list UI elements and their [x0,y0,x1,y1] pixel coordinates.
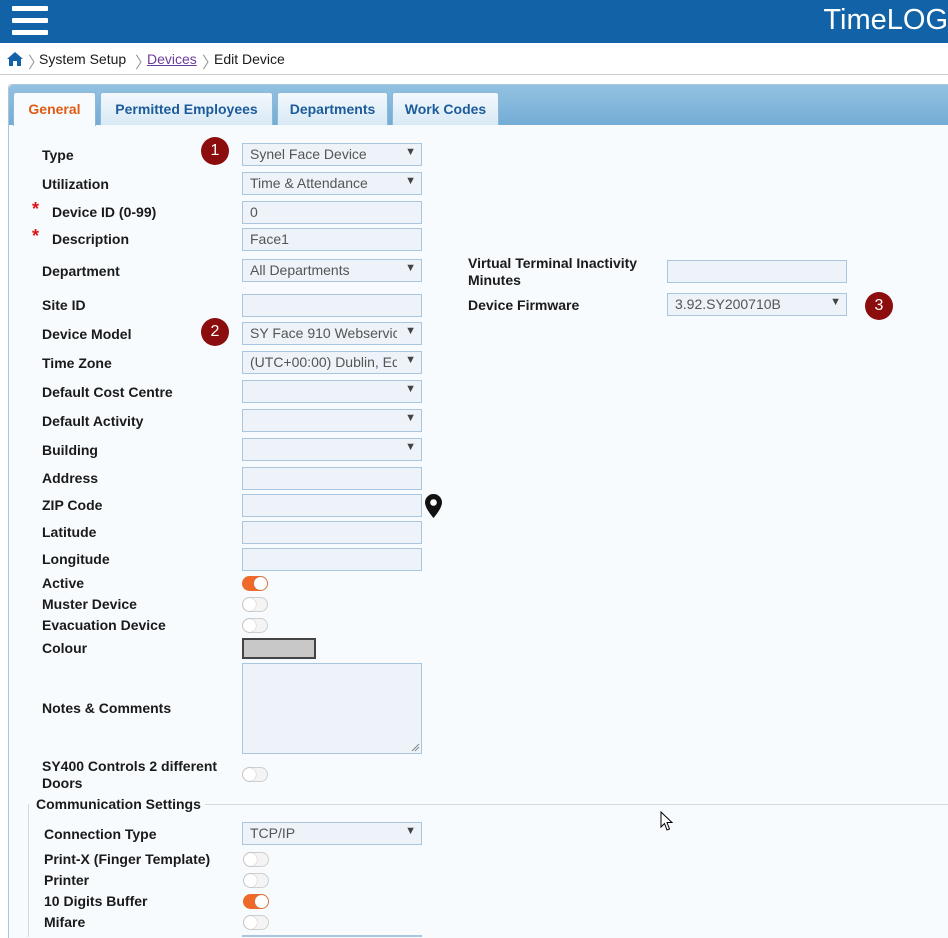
department-select[interactable]: All Departments ▼ [242,259,422,282]
chevron-down-icon: ▼ [405,412,416,424]
virtual-terminal-input[interactable] [667,260,847,283]
chevron-down-icon: ▼ [405,146,416,158]
active-toggle[interactable] [242,576,268,591]
menu-icon[interactable] [12,6,48,36]
type-label: Type [42,147,74,163]
description-label: Description [52,231,130,247]
utilization-select[interactable]: Time & Attendance ▼ [242,172,422,195]
ten-digits-buffer-label: 10 Digits Buffer [44,893,148,909]
colour-label: Colour [42,640,88,656]
top-bar: TimeLOG [0,0,948,43]
time-zone-select[interactable]: (UTC+00:00) Dublin, Edinburgh▼ [242,351,422,374]
chevron-down-icon: ▼ [830,296,841,308]
department-label: Department [42,263,120,279]
type-select[interactable]: Synel Face Device ▼ [242,143,422,166]
connection-type-select[interactable]: TCP/IP ▼ [242,822,422,845]
chevron-down-icon: ▼ [405,383,416,395]
device-id-label: Device ID (0-99) [52,204,157,220]
mifare-toggle[interactable] [243,915,269,930]
fieldset-border [205,804,948,805]
tab-work-codes[interactable]: Work Codes [392,92,499,125]
tab-strip: General Permitted Employees Departments … [9,85,948,126]
tab-general[interactable]: General [13,92,96,126]
latitude-label: Latitude [42,524,97,540]
sy400-label-line2: Doors [42,775,83,791]
longitude-label: Longitude [42,551,110,567]
printer-toggle[interactable] [243,873,269,888]
step-badge-1: 1 [201,137,229,165]
sy400-label-line1: SY400 Controls 2 different [42,758,218,774]
notes-label: Notes & Comments [42,700,172,716]
default-activity-label: Default Activity [42,413,144,429]
chevron-down-icon: ▼ [405,175,416,187]
notes-textarea[interactable] [242,663,422,754]
longitude-input[interactable] [242,548,422,571]
utilization-label: Utilization [42,176,109,192]
site-id-label: Site ID [42,297,86,313]
address-label: Address [42,470,99,486]
required-marker: * [32,199,40,219]
latitude-input[interactable] [242,521,422,544]
breadcrumb: 〉 System Setup 〉 Devices 〉 Edit Device [0,46,948,75]
device-model-select[interactable]: SY Face 910 Webservice ▼ [242,322,422,345]
mifare-label: Mifare [44,914,86,930]
device-firmware-label: Device Firmware [468,297,580,313]
printer-label: Printer [44,872,90,888]
mouse-cursor-icon [660,811,674,831]
step-badge-2: 2 [201,318,229,346]
map-pin-icon[interactable] [425,494,442,521]
ten-digits-buffer-toggle[interactable] [243,894,269,909]
muster-device-label: Muster Device [42,596,137,612]
evacuation-device-toggle[interactable] [242,618,268,633]
print-x-label: Print-X (Finger Template) [44,851,211,867]
time-zone-label: Time Zone [42,355,112,371]
home-icon[interactable] [6,51,24,70]
building-select[interactable]: ▼ [242,438,422,461]
default-cost-centre-label: Default Cost Centre [42,384,173,400]
virtual-terminal-label-line1: Virtual Terminal Inactivity [468,255,638,271]
zip-code-input[interactable] [242,494,422,517]
resize-handle-icon[interactable] [411,743,420,752]
evacuation-device-label: Evacuation Device [42,617,166,633]
active-label: Active [42,575,85,591]
colour-picker[interactable] [242,638,316,659]
communication-settings-legend: Communication Settings [36,796,201,812]
address-input[interactable] [242,467,422,490]
fieldset-border [28,804,29,937]
tab-departments[interactable]: Departments [277,92,388,125]
building-label: Building [42,442,98,458]
device-firmware-select[interactable]: 3.92.SY200710B ▼ [667,293,847,316]
default-cost-centre-select[interactable]: ▼ [242,380,422,403]
device-id-input[interactable]: 0 [242,201,422,224]
virtual-terminal-label-line2: Minutes [468,272,521,288]
print-x-toggle[interactable] [243,852,269,867]
chevron-down-icon: ▼ [405,262,416,274]
muster-device-toggle[interactable] [242,597,268,612]
breadcrumb-system-setup: System Setup [39,51,127,67]
connection-type-label: Connection Type [44,826,157,842]
default-activity-select[interactable]: ▼ [242,409,422,432]
chevron-down-icon: ▼ [405,825,416,837]
chevron-down-icon: ▼ [405,354,416,366]
zip-code-label: ZIP Code [42,497,103,513]
sy400-toggle[interactable] [242,767,268,782]
step-badge-3: 3 [865,292,893,320]
tab-permitted-employees[interactable]: Permitted Employees [100,92,273,125]
description-input[interactable]: Face1 [242,228,422,251]
device-model-label: Device Model [42,326,132,342]
breadcrumb-edit-device: Edit Device [214,51,285,67]
chevron-down-icon: ▼ [405,325,416,337]
site-id-input[interactable] [242,294,422,317]
breadcrumb-devices-link[interactable]: Devices [147,51,197,67]
app-brand: TimeLOG [823,4,948,36]
chevron-down-icon: ▼ [405,441,416,453]
required-marker: * [32,226,40,246]
